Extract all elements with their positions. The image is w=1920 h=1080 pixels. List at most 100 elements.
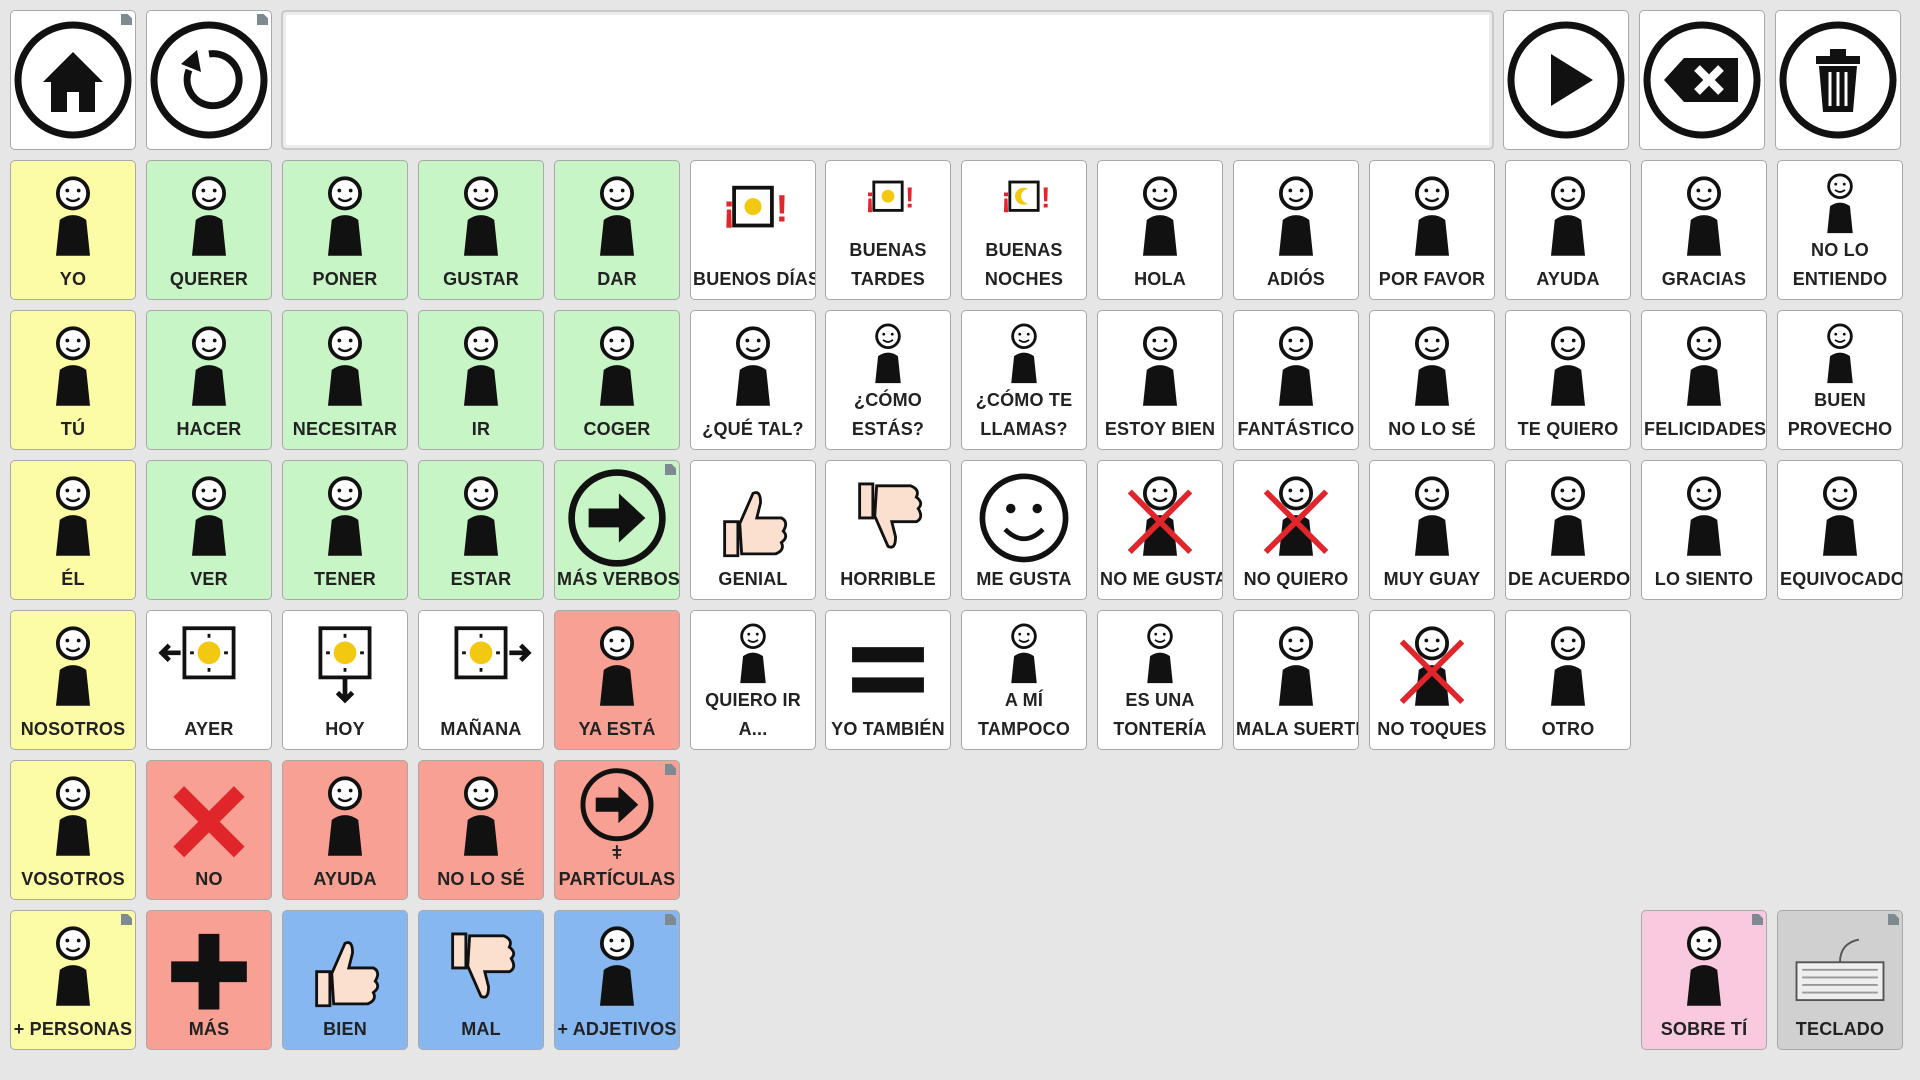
- me-neither-icon: [962, 615, 1086, 693]
- symbol-cell-1-8[interactable]: ESTOY BIEN: [1097, 310, 1223, 450]
- symbol-cell-3-5[interactable]: QUIERO IR A...: [690, 610, 816, 750]
- symbol-cell-2-0[interactable]: ÉL: [10, 460, 136, 600]
- symbol-cell-3-0[interactable]: NOSOTROS: [10, 610, 136, 750]
- cell-label: DE ACUERDO: [1508, 569, 1631, 589]
- symbol-cell-0-6[interactable]: ¡! BUENAS TARDES: [825, 160, 951, 300]
- symbol-cell-0-3[interactable]: GUSTAR: [418, 160, 544, 300]
- symbol-cell-0-9[interactable]: ADIÓS: [1233, 160, 1359, 300]
- cell-label: QUERER: [169, 269, 249, 289]
- symbol-cell-3-2[interactable]: HOY: [282, 610, 408, 750]
- symbol-cell-5-2[interactable]: BIEN: [282, 910, 408, 1050]
- symbol-cell-1-13[interactable]: BUEN PROVECHO: [1777, 310, 1903, 450]
- symbol-cell-0-13[interactable]: NO LO ENTIENDO: [1777, 160, 1903, 300]
- love-you-icon: [1506, 315, 1630, 419]
- symbol-cell-0-12[interactable]: GRACIAS: [1641, 160, 1767, 300]
- cell-label: A MÍ TAMPOCO: [977, 690, 1071, 739]
- symbol-cell-1-5[interactable]: ¿QUÉ TAL?: [690, 310, 816, 450]
- symbol-cell-0-11[interactable]: AYUDA: [1505, 160, 1631, 300]
- symbol-cell-1-11[interactable]: TE QUIERO: [1505, 310, 1631, 450]
- symbol-cell-1-7[interactable]: ¿CÓMO TE LLAMAS?: [961, 310, 1087, 450]
- backspace-button[interactable]: [1639, 10, 1765, 150]
- dont-touch-icon: [1370, 615, 1494, 719]
- symbol-cell-4-3[interactable]: NO LO SÉ: [418, 760, 544, 900]
- good-afternoon-icon: ¡!: [826, 165, 950, 243]
- message-bar[interactable]: [281, 10, 1494, 150]
- symbol-cell-2-3[interactable]: ESTAR: [418, 460, 544, 600]
- symbol-cell-1-2[interactable]: NECESITAR: [282, 310, 408, 450]
- symbol-cell-1-3[interactable]: IR: [418, 310, 544, 450]
- cell-label: BUEN PROVECHO: [1787, 390, 1893, 439]
- cell-label: FANTÁSTICO: [1237, 419, 1355, 439]
- symbol-cell-2-2[interactable]: TENER: [282, 460, 408, 600]
- symbol-cell-2-1[interactable]: VER: [146, 460, 272, 600]
- symbol-cell-2-9[interactable]: NO QUIERO: [1233, 460, 1359, 600]
- symbol-cell-5-1[interactable]: MÁS: [146, 910, 272, 1050]
- symbol-cell-0-0[interactable]: YO: [10, 160, 136, 300]
- symbol-cell-1-9[interactable]: FANTÁSTICO: [1233, 310, 1359, 450]
- symbol-cell-2-5[interactable]: GENIAL: [690, 460, 816, 600]
- symbol-cell-extra-0[interactable]: SOBRE TÍ: [1641, 910, 1767, 1050]
- home-button[interactable]: [10, 10, 136, 150]
- symbol-cell-2-8[interactable]: NO ME GUSTA: [1097, 460, 1223, 600]
- symbol-cell-3-1[interactable]: AYER: [146, 610, 272, 750]
- symbol-cell-0-5[interactable]: ¡! BUENOS DÍAS: [690, 160, 816, 300]
- symbol-cell-4-0[interactable]: VOSOTROS: [10, 760, 136, 900]
- symbol-cell-2-11[interactable]: DE ACUERDO: [1505, 460, 1631, 600]
- cell-label: SOBRE TÍ: [1660, 1019, 1748, 1039]
- symbol-cell-1-10[interactable]: NO LO SÉ: [1369, 310, 1495, 450]
- cell-label: TE QUIERO: [1517, 419, 1619, 439]
- dont-want-icon: [1234, 465, 1358, 569]
- symbol-cell-4-4[interactable]: + + PARTÍCULAS: [554, 760, 680, 900]
- symbol-cell-0-10[interactable]: POR FAVOR: [1369, 160, 1495, 300]
- speak-button[interactable]: [1503, 10, 1629, 150]
- symbol-cell-4-2[interactable]: AYUDA: [282, 760, 408, 900]
- symbol-cell-0-7[interactable]: ¡! BUENAS NOCHES: [961, 160, 1087, 300]
- symbol-cell-4-1[interactable]: NO: [146, 760, 272, 900]
- cell-label: ESTAR: [450, 569, 512, 589]
- symbol-cell-3-8[interactable]: ES UNA TONTERÍA: [1097, 610, 1223, 750]
- clear-button[interactable]: [1775, 10, 1901, 150]
- symbol-cell-extra-1[interactable]: TECLADO: [1777, 910, 1903, 1050]
- symbol-cell-1-4[interactable]: COGER: [554, 310, 680, 450]
- cell-label: HOY: [325, 719, 365, 739]
- symbol-cell-3-10[interactable]: NO TOQUES: [1369, 610, 1495, 750]
- symbol-cell-0-8[interactable]: HOLA: [1097, 160, 1223, 300]
- symbol-cell-1-1[interactable]: HACER: [146, 310, 272, 450]
- whats-your-name-icon: [962, 315, 1086, 393]
- people-icon: [11, 915, 135, 1019]
- symbol-cell-2-12[interactable]: LO SIENTO: [1641, 460, 1767, 600]
- symbol-cell-2-6[interactable]: HORRIBLE: [825, 460, 951, 600]
- cell-label: NO LO SÉ: [1388, 419, 1476, 439]
- svg-text:¡: ¡: [1001, 183, 1010, 215]
- symbol-cell-2-4[interactable]: MÁS VERBOS: [554, 460, 680, 600]
- symbol-cell-0-2[interactable]: PONER: [282, 160, 408, 300]
- symbol-cell-1-12[interactable]: FELICIDADES: [1641, 310, 1767, 450]
- cell-label: ¿QUÉ TAL?: [702, 419, 804, 439]
- please-icon: [1370, 165, 1494, 269]
- symbol-cell-0-1[interactable]: QUERER: [146, 160, 272, 300]
- symbol-cell-3-11[interactable]: OTRO: [1505, 610, 1631, 750]
- symbol-cell-5-0[interactable]: + PERSONAS: [10, 910, 136, 1050]
- symbol-cell-2-7[interactable]: ME GUSTA: [961, 460, 1087, 600]
- symbol-cell-5-3[interactable]: MAL: [418, 910, 544, 1050]
- symbol-cell-0-4[interactable]: DAR: [554, 160, 680, 300]
- symbol-cell-3-3[interactable]: MAÑANA: [418, 610, 544, 750]
- symbol-cell-1-0[interactable]: TÚ: [10, 310, 136, 450]
- symbol-cell-2-13[interactable]: EQUIVOCADO: [1777, 460, 1903, 600]
- congrats-icon: [1642, 315, 1766, 419]
- cell-label: NO ME GUSTA: [1100, 569, 1223, 589]
- cell-label: GUSTAR: [443, 269, 519, 289]
- cell-label: NECESITAR: [292, 419, 398, 439]
- symbol-cell-5-4[interactable]: + ADJETIVOS: [554, 910, 680, 1050]
- very-cool-icon: [1370, 465, 1494, 569]
- symbol-cell-3-6[interactable]: YO TAMBIÉN: [825, 610, 951, 750]
- symbol-cell-3-9[interactable]: MALA SUERTE: [1233, 610, 1359, 750]
- plus-icon: [147, 915, 271, 1019]
- symbol-cell-3-7[interactable]: A MÍ TAMPOCO: [961, 610, 1087, 750]
- undo-button[interactable]: [146, 10, 272, 150]
- we-icon: [11, 615, 135, 719]
- symbol-cell-3-4[interactable]: YA ESTÁ: [554, 610, 680, 750]
- symbol-cell-2-10[interactable]: MUY GUAY: [1369, 460, 1495, 600]
- symbol-cell-1-6[interactable]: ¿CÓMO ESTÁS?: [825, 310, 951, 450]
- play-icon: [1504, 11, 1628, 149]
